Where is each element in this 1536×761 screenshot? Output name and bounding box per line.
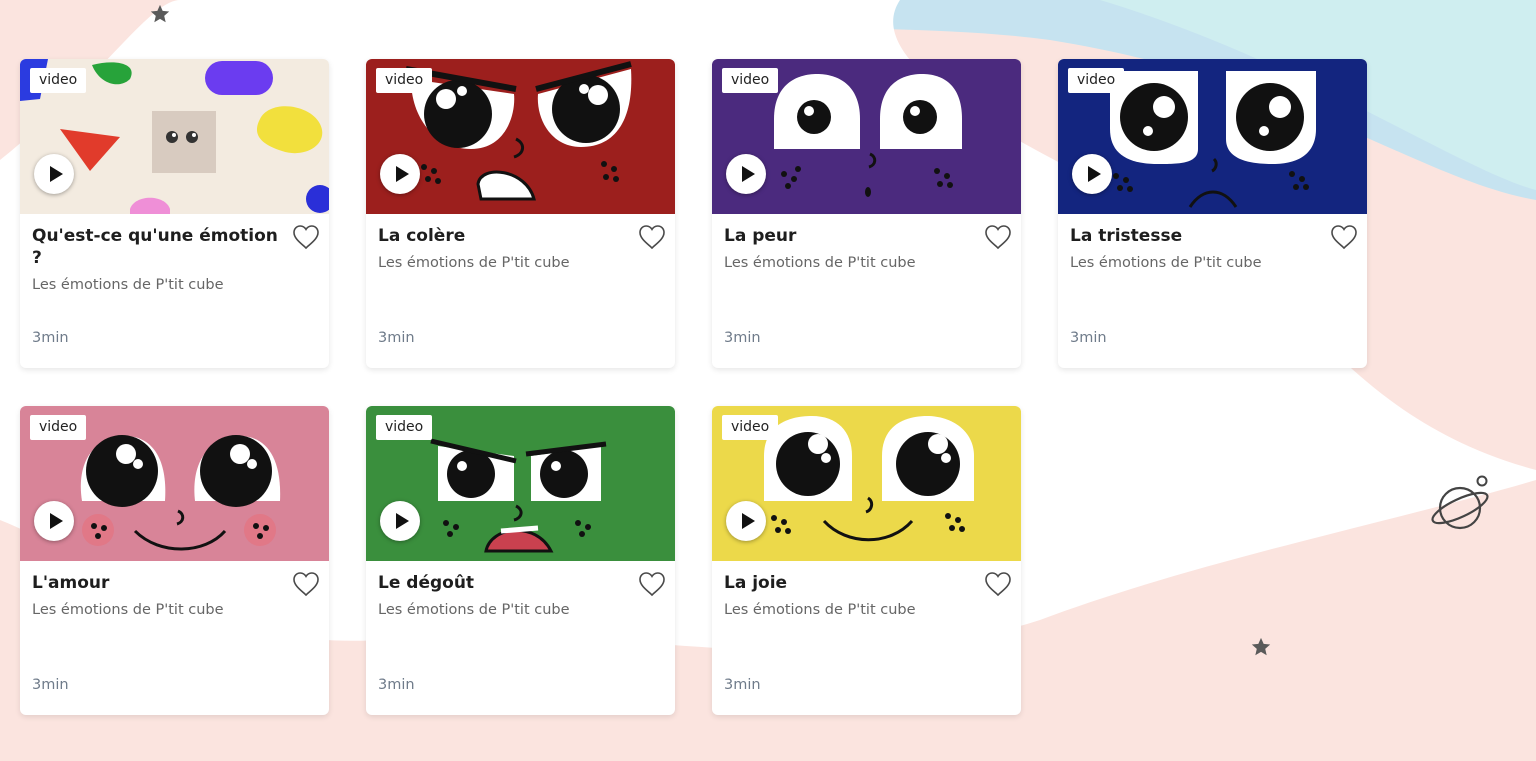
video-series: Les émotions de P'tit cube: [32, 277, 224, 293]
video-thumbnail[interactable]: video: [366, 406, 675, 561]
star-icon: [150, 4, 170, 23]
video-duration: 3min: [32, 677, 69, 693]
heart-outline-icon[interactable]: [292, 224, 320, 250]
video-series: Les émotions de P'tit cube: [378, 255, 570, 271]
video-title[interactable]: La colère: [378, 225, 628, 247]
video-series: Les émotions de P'tit cube: [1070, 255, 1262, 271]
video-series: Les émotions de P'tit cube: [378, 602, 570, 618]
video-title[interactable]: La tristesse: [1070, 225, 1320, 247]
video-tag: video: [1068, 68, 1125, 93]
video-thumbnail[interactable]: video: [1058, 59, 1367, 214]
video-card[interactable]: video La joie Les émotions de P'tit cube…: [712, 406, 1021, 715]
video-series: Les émotions de P'tit cube: [724, 602, 916, 618]
video-card[interactable]: video La tristesse Les émotions de P'tit…: [1058, 59, 1367, 368]
play-icon[interactable]: [380, 154, 420, 194]
play-icon[interactable]: [34, 501, 74, 541]
video-duration: 3min: [378, 677, 415, 693]
star-icon: [1251, 637, 1271, 656]
planet-icon: [1431, 475, 1489, 530]
play-icon[interactable]: [726, 154, 766, 194]
video-title[interactable]: L'amour: [32, 572, 282, 594]
video-tag: video: [376, 415, 433, 440]
heart-outline-icon[interactable]: [984, 224, 1012, 250]
video-title[interactable]: La peur: [724, 225, 974, 247]
play-icon[interactable]: [1072, 154, 1112, 194]
video-tag: video: [722, 68, 779, 93]
heart-outline-icon[interactable]: [984, 571, 1012, 597]
video-title[interactable]: Le dégoût: [378, 572, 628, 594]
video-tag: video: [376, 68, 433, 93]
video-duration: 3min: [724, 330, 761, 346]
video-duration: 3min: [32, 330, 69, 346]
video-tag: video: [722, 415, 779, 440]
video-duration: 3min: [378, 330, 415, 346]
play-icon[interactable]: [34, 154, 74, 194]
heart-outline-icon[interactable]: [292, 571, 320, 597]
video-thumbnail[interactable]: video: [366, 59, 675, 214]
video-tag: video: [30, 415, 87, 440]
video-duration: 3min: [1070, 330, 1107, 346]
heart-outline-icon[interactable]: [638, 224, 666, 250]
play-icon[interactable]: [380, 501, 420, 541]
video-series: Les émotions de P'tit cube: [32, 602, 224, 618]
video-card[interactable]: video Qu'est-ce qu'une émotion ? Les émo…: [20, 59, 329, 368]
video-duration: 3min: [724, 677, 761, 693]
video-tag: video: [30, 68, 87, 93]
video-card[interactable]: video La colère Les émotions de P'tit cu…: [366, 59, 675, 368]
video-thumbnail[interactable]: video: [712, 59, 1021, 214]
video-title[interactable]: La joie: [724, 572, 974, 594]
video-card[interactable]: video Le dégoût Les émotions de P'tit cu…: [366, 406, 675, 715]
video-card[interactable]: video L'amour Les émotions de P'tit cube…: [20, 406, 329, 715]
video-series: Les émotions de P'tit cube: [724, 255, 916, 271]
video-thumbnail[interactable]: video: [712, 406, 1021, 561]
play-icon[interactable]: [726, 501, 766, 541]
heart-outline-icon[interactable]: [638, 571, 666, 597]
video-thumbnail[interactable]: video: [20, 59, 329, 214]
video-thumbnail[interactable]: video: [20, 406, 329, 561]
video-title[interactable]: Qu'est-ce qu'une émotion ?: [32, 225, 282, 269]
heart-outline-icon[interactable]: [1330, 224, 1358, 250]
video-card[interactable]: video La peur Les émotions de P'tit cube…: [712, 59, 1021, 368]
